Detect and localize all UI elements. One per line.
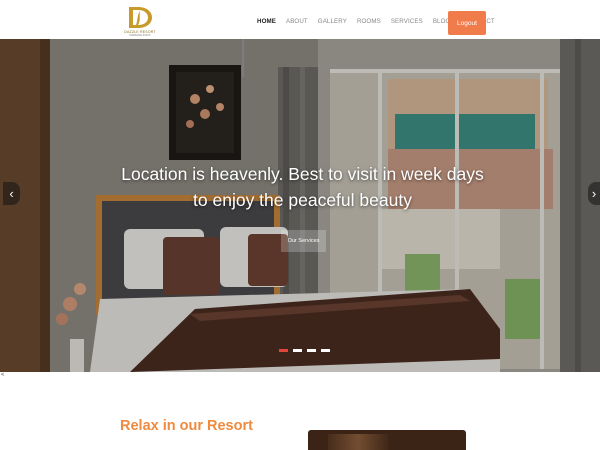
hero-headline-line2: to enjoy the peaceful beauty xyxy=(193,190,412,210)
nav-rooms[interactable]: ROOMS xyxy=(357,17,381,29)
logo[interactable]: DAZZLE RESORT DAZZLING STAYS xyxy=(118,5,162,37)
hero-headline: Location is heavenly. Best to visit in w… xyxy=(0,161,600,213)
chevron-left-icon: ‹ xyxy=(9,186,14,201)
nav-services[interactable]: SERVICES xyxy=(391,17,423,29)
hero-carousel: Location is heavenly. Best to visit in w… xyxy=(0,39,600,372)
our-services-button[interactable]: Our Services xyxy=(281,230,326,252)
site-header: DAZZLE RESORT DAZZLING STAYS HOME ABOUT … xyxy=(0,0,600,39)
nav-about[interactable]: ABOUT xyxy=(286,17,308,29)
logo-tagline: DAZZLING STAYS xyxy=(129,34,151,37)
carousel-dot-4[interactable] xyxy=(321,349,330,352)
section-title: Relax in our Resort xyxy=(120,418,253,434)
nav-gallery[interactable]: GALLERY xyxy=(318,17,347,29)
carousel-prev-button[interactable]: ‹ xyxy=(3,182,20,205)
logout-button[interactable]: Logout xyxy=(448,11,486,35)
chevron-right-icon: › xyxy=(591,186,597,201)
hero-headline-line1: Location is heavenly. Best to visit in w… xyxy=(121,164,484,184)
carousel-dot-2[interactable] xyxy=(293,349,302,352)
stray-glyph: < xyxy=(1,372,5,378)
resort-image xyxy=(308,430,466,450)
carousel-next-button[interactable]: › xyxy=(588,182,600,205)
carousel-dot-1[interactable] xyxy=(279,349,288,352)
nav-home[interactable]: HOME xyxy=(257,17,276,29)
resort-image-highlight xyxy=(328,434,388,450)
carousel-indicators xyxy=(279,349,335,352)
logo-mark-icon xyxy=(129,7,152,28)
carousel-dot-3[interactable] xyxy=(307,349,316,352)
